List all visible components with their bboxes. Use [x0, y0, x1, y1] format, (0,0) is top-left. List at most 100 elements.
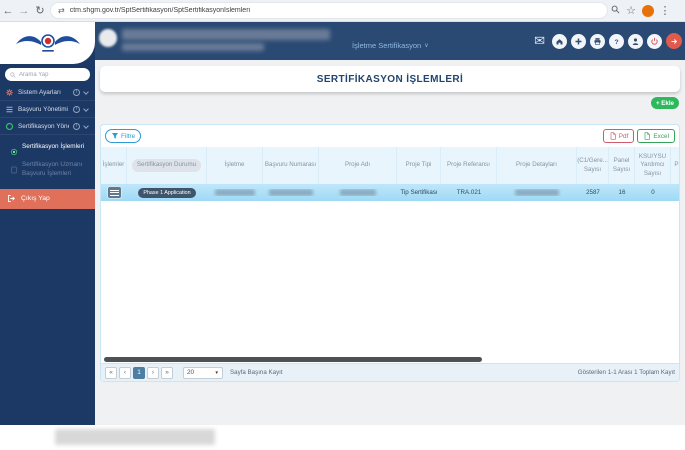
page-size-value: 20: [187, 369, 195, 376]
redacted-cell: [515, 189, 559, 196]
info-icon[interactable]: [73, 122, 80, 130]
chevron-down-icon: [83, 123, 89, 129]
back-button[interactable]: ←: [0, 5, 16, 17]
column-header-4[interactable]: Proje Adı: [319, 147, 397, 184]
mail-icon[interactable]: ✉: [534, 33, 545, 49]
logout-icon: [670, 37, 679, 46]
help-icon: ?: [612, 37, 621, 46]
sidebar-item-2[interactable]: Sertifikasyon Yönetimi: [0, 118, 95, 135]
funnel-icon: [112, 133, 118, 139]
header-profile-button[interactable]: [628, 33, 643, 49]
print-icon: [593, 37, 602, 46]
pagination-bar: «‹ 1 ›» 20 ▼ Sayfa Başına Kayıt Gösterilen…: [101, 363, 679, 381]
pdf-button-label: Pdf: [618, 132, 629, 140]
page-size-select[interactable]: 20 ▼: [183, 366, 223, 379]
module-dropdown[interactable]: İşletme Sertifikasyon ∨: [352, 41, 429, 50]
forward-button[interactable]: →: [16, 5, 32, 17]
row-actions-button[interactable]: [106, 186, 122, 199]
sidebar-item-0[interactable]: Sistem Ayarları: [0, 84, 95, 101]
filter-button[interactable]: Filtre: [105, 129, 142, 143]
browser-toolbar: ← → ↻ ⇄ ctm.shgm.gov.tr/SptSertifikasyon…: [0, 0, 685, 22]
header-logout-button[interactable]: [666, 33, 682, 49]
cell-7: [497, 189, 577, 196]
sidebar-item-logout[interactable]: Çıkış Yap: [0, 188, 95, 209]
ring-icon: [5, 122, 14, 131]
search-icon[interactable]: [607, 5, 623, 17]
sidebar-item-label: Sertifikasyon Yönetimi: [18, 122, 69, 130]
list-icon: [5, 105, 14, 114]
browser-avatar[interactable]: [642, 4, 654, 17]
next-page-button[interactable]: ›: [147, 366, 159, 379]
profile-icon: [631, 37, 640, 46]
cell-0: [101, 186, 127, 199]
table-toolbar: Filtre Pdf Excel: [101, 125, 679, 147]
search-input[interactable]: [19, 71, 85, 78]
column-header-0[interactable]: İşlemler: [101, 147, 127, 184]
chevron-down-icon: [83, 89, 89, 95]
refresh-button[interactable]: ↻: [32, 4, 48, 17]
redacted-cell: [269, 189, 313, 196]
svg-text:?: ?: [614, 38, 618, 45]
cell-4: [319, 189, 397, 196]
header-help-button[interactable]: ?: [609, 33, 624, 49]
horizontal-scrollbar: [101, 355, 679, 363]
column-header-9[interactable]: Panel Sayısı: [609, 147, 635, 184]
sidebar-item-1[interactable]: Başvuru Yönetimi: [0, 101, 95, 118]
column-header-7[interactable]: Proje Detayları: [497, 147, 577, 184]
pdf-file-icon: [610, 132, 616, 140]
column-header-2[interactable]: İşletme: [207, 147, 263, 184]
browser-menu-icon[interactable]: ⋮: [657, 4, 673, 17]
add-button[interactable]: + Ekle: [650, 97, 679, 109]
column-header-10[interactable]: KSU/YSU Yardımcı Sayısı: [635, 147, 671, 184]
page-1-button[interactable]: 1: [133, 366, 145, 379]
bookmark-star-icon[interactable]: ☆: [623, 4, 639, 17]
main-content: SERTİFİKASYON İŞLEMLERİ + Ekle Filtre Pd…: [95, 60, 685, 425]
filter-button-label: Filtre: [121, 132, 136, 140]
pagination-summary: Gösterilen 1-1 Arası 1 Toplam Kayıt: [577, 369, 675, 376]
excel-button-label: Excel: [653, 132, 669, 140]
cell-6: TRA.021: [456, 189, 482, 196]
user-avatar: [99, 29, 117, 47]
prev-page-button[interactable]: ‹: [119, 366, 131, 379]
header-power-button[interactable]: [647, 33, 662, 49]
header-print-button[interactable]: [590, 33, 605, 49]
info-icon[interactable]: [73, 88, 80, 96]
table-card: Filtre Pdf Excel İşlemler Sertifikasyon D…: [100, 124, 680, 382]
column-header-8[interactable]: (C1/Gere... Sayısı: [577, 147, 609, 184]
excel-file-icon: [645, 132, 651, 140]
sidebar-item-label: Sistem Ayarları: [18, 88, 61, 96]
header-home-button[interactable]: [552, 33, 567, 49]
info-icon[interactable]: [73, 105, 80, 113]
pdf-export-button[interactable]: Pdf: [602, 129, 635, 143]
sidebar-subitem-0[interactable]: Sertifikasyon İşlemleri: [0, 138, 95, 156]
header-add-button[interactable]: [571, 33, 586, 49]
column-header-5[interactable]: Proje Tipi: [397, 147, 441, 184]
logout-icon: [8, 195, 15, 203]
table-row[interactable]: Phase 1 Application Tip Sertifikası TRA.02…: [101, 184, 679, 201]
target-icon: [10, 143, 18, 156]
redacted-footer: [55, 429, 215, 445]
address-bar[interactable]: ⇄ ctm.shgm.gov.tr/SptSertifikasyon/SptSe…: [51, 3, 607, 18]
sidebar-subitem-label: Sertifikasyon İşlemleri: [22, 143, 85, 150]
logout-label: Çıkış Yap: [21, 195, 50, 203]
table-header-row: İşlemler Sertifikasyon Durumu İşletme Başvu…: [101, 147, 679, 184]
column-header-3[interactable]: Başvuru Numarası: [263, 147, 319, 184]
horizontal-scrollbar-thumb[interactable]: [104, 356, 482, 362]
select-caret-icon: ▼: [214, 370, 219, 375]
sidebar-subitem-1[interactable]: Sertifikasyon Uzmanı Başvuru İşlemleri: [0, 156, 95, 183]
first-page-button[interactable]: «: [105, 366, 117, 379]
app-header: İşletme Sertifikasyon ∨ ✉ ?: [95, 22, 685, 60]
cell-9: 16: [618, 189, 626, 196]
last-page-button[interactable]: »: [161, 366, 173, 379]
add-icon: [574, 37, 583, 46]
column-header-1[interactable]: Sertifikasyon Durumu: [127, 147, 207, 184]
column-header-6[interactable]: Proje Referansı: [441, 147, 497, 184]
site-info-icon[interactable]: ⇄: [58, 6, 65, 15]
sidebar-subitem-label: Sertifikasyon Uzmanı Başvuru İşlemleri: [22, 160, 83, 178]
excel-export-button[interactable]: Excel: [637, 129, 675, 143]
url-text: ctm.shgm.gov.tr/SptSertifikasyon/SptSert…: [69, 7, 251, 14]
chevron-down-icon: ∨: [424, 43, 429, 49]
cell-2: [207, 189, 263, 196]
page-title-bar: SERTİFİKASYON İŞLEMLERİ: [100, 66, 680, 92]
column-header-11[interactable]: PS: [671, 147, 679, 184]
